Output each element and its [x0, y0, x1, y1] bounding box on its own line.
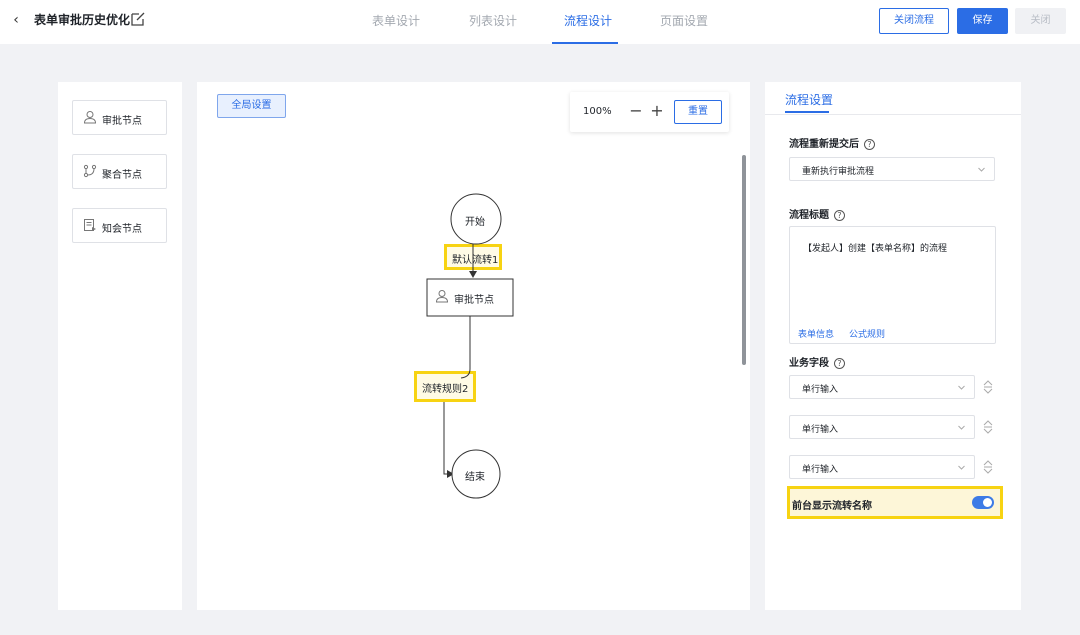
- notify-icon: [84, 219, 96, 231]
- top-bar: ‹ 表单审批历史优化 表单设计 列表设计 流程设计 页面设置 关闭流程 保存 关…: [0, 0, 1080, 44]
- palette-item-label: 知会节点: [102, 224, 142, 235]
- active-tab-indicator: [552, 42, 618, 44]
- close-button[interactable]: 关闭: [1015, 8, 1066, 34]
- field-select-value: 单行输入: [802, 425, 839, 435]
- business-fields-label-text: 业务字段: [789, 358, 829, 369]
- edge1-label[interactable]: 默认流转1: [452, 251, 498, 266]
- settings-tab-indicator: [785, 111, 829, 113]
- edge2-connector-lower[interactable]: [443, 402, 449, 475]
- palette-approval-node[interactable]: 审批节点: [72, 100, 167, 135]
- business-field-select[interactable]: 单行输入: [789, 375, 975, 399]
- resubmit-label-text: 流程重新提交后: [789, 139, 859, 150]
- palette-item-label: 聚合节点: [102, 170, 142, 181]
- edit-icon[interactable]: [130, 11, 146, 27]
- flow-title-label-text: 流程标题: [789, 210, 829, 221]
- flow-diagram: [426, 193, 514, 499]
- toggle-knob: [983, 498, 992, 507]
- merge-icon: [83, 164, 97, 178]
- save-button[interactable]: 保存: [957, 8, 1008, 34]
- flow-title-value: 【发起人】创建【表单名称】的流程: [803, 244, 948, 254]
- show-flow-name-row: 前台显示流转名称: [787, 486, 1003, 519]
- business-fields-section-label: 业务字段?: [789, 354, 845, 369]
- chevron-down-icon: [958, 465, 965, 470]
- field-select-value: 单行输入: [802, 465, 839, 475]
- sort-handle-icon[interactable]: [982, 460, 994, 474]
- help-icon[interactable]: ?: [834, 210, 845, 221]
- edge2-connector[interactable]: [460, 316, 471, 379]
- resubmit-select[interactable]: 重新执行审批流程: [789, 157, 995, 181]
- flow-title-editor[interactable]: 【发起人】创建【表单名称】的流程 表单信息 公式规则: [789, 226, 996, 344]
- app-title: 表单审批历史优化: [34, 13, 131, 27]
- help-icon[interactable]: ?: [834, 358, 845, 369]
- business-field-select[interactable]: 单行输入: [789, 455, 975, 479]
- help-icon[interactable]: ?: [864, 139, 875, 150]
- palette-notify-node[interactable]: 知会节点: [72, 208, 167, 243]
- end-node-label: 结束: [465, 472, 485, 483]
- close-flow-button[interactable]: 关闭流程: [879, 8, 949, 34]
- node-palette: 审批节点 聚合节点 知会节点: [58, 82, 182, 610]
- back-icon[interactable]: ‹: [8, 10, 24, 30]
- tab-form-design[interactable]: 表单设计: [372, 12, 420, 29]
- sort-handle-icon[interactable]: [982, 420, 994, 434]
- chevron-down-icon: [958, 425, 965, 430]
- tab-flow-design[interactable]: 流程设计: [564, 12, 612, 29]
- resubmit-section-label: 流程重新提交后?: [789, 135, 875, 150]
- edge1-arrowhead: [469, 271, 477, 278]
- field-select-value: 单行输入: [802, 385, 839, 395]
- form-info-link[interactable]: 表单信息: [798, 327, 834, 340]
- chevron-down-icon: [978, 167, 985, 172]
- show-flow-name-toggle[interactable]: [972, 496, 994, 509]
- divider: [765, 114, 1021, 115]
- flow-canvas[interactable]: 全局设置 100% − + 重置 开始 默认流转1 审批节点 流转规则2 结束: [197, 82, 750, 610]
- flow-title-section-label: 流程标题?: [789, 206, 845, 221]
- sort-handle-icon[interactable]: [982, 380, 994, 394]
- user-icon: [83, 111, 97, 124]
- settings-panel: 流程设置 流程重新提交后? 重新执行审批流程 流程标题? 【发起人】创建【表单名…: [765, 82, 1021, 610]
- formula-rules-link[interactable]: 公式规则: [849, 327, 885, 340]
- show-flow-name-label: 前台显示流转名称: [792, 501, 872, 512]
- palette-merge-node[interactable]: 聚合节点: [72, 154, 167, 189]
- chevron-down-icon: [958, 385, 965, 390]
- tab-list-design[interactable]: 列表设计: [469, 12, 517, 29]
- business-field-select[interactable]: 单行输入: [789, 415, 975, 439]
- approval-node-label: 审批节点: [454, 295, 494, 306]
- tab-page-settings[interactable]: 页面设置: [660, 12, 708, 29]
- resubmit-select-value: 重新执行审批流程: [802, 167, 875, 177]
- palette-item-label: 审批节点: [102, 116, 142, 127]
- tab-flow-settings[interactable]: 流程设置: [785, 91, 833, 108]
- edge2-label[interactable]: 流转规则2: [422, 380, 468, 395]
- start-node-label: 开始: [465, 217, 485, 228]
- user-icon: [435, 290, 449, 303]
